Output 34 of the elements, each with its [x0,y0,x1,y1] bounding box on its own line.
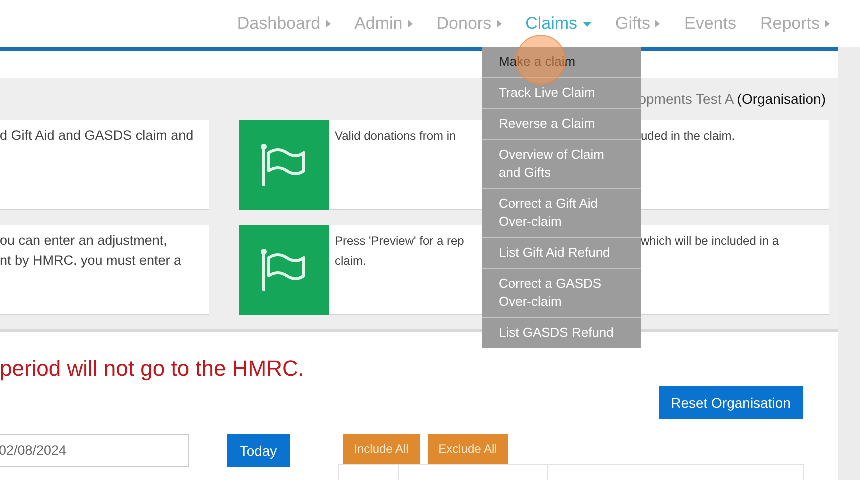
menu-item[interactable]: Correct a Gift Aid Over-claim [482,189,641,238]
reset-organisation-button[interactable]: Reset Organisation [659,386,803,419]
nav-link[interactable]: Admin [342,14,425,34]
nav-link[interactable]: Events [672,14,748,34]
caret-icon [582,22,592,26]
menu-item[interactable]: Track Live Claim [482,78,641,109]
flag-icon [260,143,308,187]
flag-icon [260,248,308,292]
menu-item[interactable]: List GASDS Refund [482,318,641,348]
card-text: Valid donations from in [335,128,458,145]
card-text: uded in the claim. [641,128,736,145]
nav-link[interactable]: Reports [748,14,842,34]
caret-icon [326,20,331,28]
nav-link[interactable]: Claims [514,14,604,34]
nav-link[interactable]: Dashboard [225,14,343,34]
caret-icon [408,20,413,28]
exclude-all-button[interactable]: Exclude All [428,434,508,464]
nav-link[interactable]: Gifts [604,14,672,34]
caret-icon [496,20,502,28]
include-all-button[interactable]: Include All [343,434,420,464]
menu-item[interactable]: Correct a GASDS Over-claim [482,269,641,318]
card-text: d Gift Aid and GASDS claim and [0,127,195,145]
menu-item[interactable]: List Gift Aid Refund [482,238,641,269]
menu-item[interactable]: Overview of Claim and Gifts [482,140,641,189]
warning-text: period will not go to the HMRC. [0,356,306,383]
card-text: which will be included in a [641,233,780,250]
today-button[interactable]: Today [227,434,290,467]
card-text: Press 'Preview' for a rep claim. [335,233,466,270]
nav-link[interactable]: Donors [424,14,514,34]
card-text: ou can enter an adjustment, nt by HMRC. you must enter a [0,232,183,270]
menu-item[interactable]: Reverse a Claim [482,109,641,140]
caret-icon [655,20,660,28]
caret-icon [825,20,830,28]
organisation-name: opments Test A (Organisation) [638,91,826,107]
